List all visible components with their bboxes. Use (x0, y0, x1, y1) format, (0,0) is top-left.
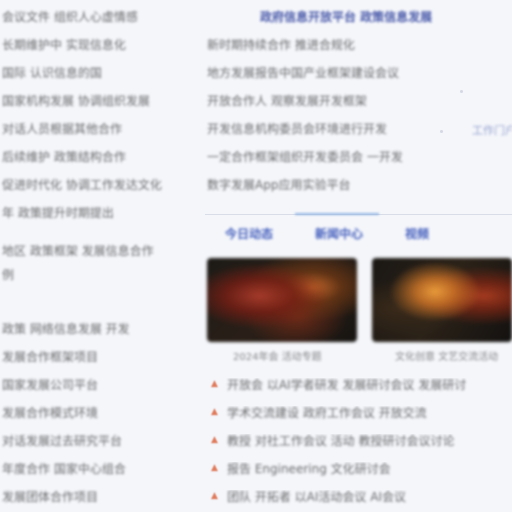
left-text[interactable]: 年度合作 国家中心组合 (2, 462, 187, 476)
side-tag[interactable]: 工作门户 (472, 122, 512, 136)
left-text[interactable]: 政策 网络信息发展 开发 (2, 322, 187, 336)
tab-today[interactable]: 今日动态 (225, 225, 273, 241)
list-item-text[interactable]: 团队 开拓者 以AI活动会议 AI会议 (227, 490, 512, 506)
thumbnail-caption[interactable]: 文化创意 文艺交流活动 (395, 348, 498, 363)
list-item[interactable]: ▲ 报告 Engineering 文化研讨会 (205, 462, 512, 478)
list-item[interactable]: ▲ 教授 对社工作会议 活动 教授研讨会议讨论 (205, 434, 512, 450)
left-text[interactable]: 后续维护 政策结构合作 (2, 150, 187, 164)
list-item-text[interactable]: 学术交流建设 政府工作会议 开放交流 (227, 406, 512, 422)
decor-dot (460, 90, 463, 93)
triangle-bullet-icon: ▲ (211, 379, 218, 389)
list-item-text[interactable]: 教授 对社工作会议 活动 教授研讨会议讨论 (227, 434, 512, 450)
left-link[interactable]: 地区 政策框架 发展信息合作 (2, 244, 187, 258)
left-text[interactable]: 促进时代化 协调工作发达文化 (2, 178, 187, 192)
list-item[interactable]: ▲ 开放会 以AI学者研发 发展研讨会议 发展研讨 (205, 378, 512, 394)
news-item[interactable]: 新时期持续合作 推进合规化 (207, 38, 477, 52)
triangle-bullet-icon: ▲ (211, 491, 218, 501)
left-link[interactable]: 例 (2, 268, 187, 282)
left-column: 会议文件 组织人心虚情感 长期维护中 实现信息化 国际 认识信息的国 国家机构发… (0, 0, 190, 512)
section-title[interactable]: 政府信息开放平台 政策信息发展 (260, 8, 490, 24)
tab-video[interactable]: 视频 (405, 225, 429, 241)
video-thumbnail[interactable] (207, 258, 357, 342)
decor-dot (440, 130, 443, 133)
active-tab-indicator (295, 213, 379, 215)
left-text[interactable]: 国家发展公司平台 (2, 378, 187, 392)
list-item-text[interactable]: 开放会 以AI学者研发 发展研讨会议 发展研讨 (227, 378, 512, 394)
tab-news[interactable]: 新闻中心 (315, 225, 363, 241)
thumbnail-caption[interactable]: 2024年会 活动专题 (233, 348, 322, 363)
list-item-text[interactable]: 报告 Engineering 文化研讨会 (227, 462, 512, 478)
left-text[interactable]: 发展团体合作项目 (2, 490, 187, 504)
left-text[interactable]: 发展合作模式环境 (2, 406, 187, 420)
left-text[interactable]: 年 政策提升时期提出 (2, 206, 187, 220)
left-text[interactable]: 国际 认识信息的国 (2, 66, 187, 80)
left-link[interactable]: 会议文件 组织人心虚情感 (2, 10, 187, 24)
left-text[interactable]: 发展合作框架项目 (2, 350, 187, 364)
list-item[interactable]: ▲ 学术交流建设 政府工作会议 开放交流 (205, 406, 512, 422)
video-thumbnail[interactable] (372, 258, 512, 342)
news-item[interactable]: 地方发展报告中国产业框架建设会议 (207, 66, 477, 80)
triangle-bullet-icon: ▲ (211, 435, 218, 445)
news-item[interactable]: 开发信息机构委员会环境进行开发 (207, 122, 477, 136)
left-text[interactable]: 对话发展过去研究平台 (2, 434, 187, 448)
left-text[interactable]: 长期维护中 实现信息化 (2, 38, 187, 52)
news-item[interactable]: 数字发展App应用实验平台 (207, 178, 477, 192)
list-item[interactable]: ▲ 团队 开拓者 以AI活动会议 AI会议 (205, 490, 512, 506)
news-item[interactable]: 开放合作人 观察发展开发框架 (207, 94, 477, 108)
main-column: 政府信息开放平台 政策信息发展 新时期持续合作 推进合规化 地方发展报告中国产业… (205, 0, 512, 512)
left-link[interactable]: 国家机构发展 协调组织发展 (2, 94, 187, 108)
news-item[interactable]: 一定合作框架组织开发委员会 一开发 (207, 150, 477, 164)
left-text[interactable]: 对话人员根据其他合作 (2, 122, 187, 136)
triangle-bullet-icon: ▲ (211, 463, 218, 473)
triangle-bullet-icon: ▲ (211, 407, 218, 417)
page: 会议文件 组织人心虚情感 长期维护中 实现信息化 国际 认识信息的国 国家机构发… (0, 0, 512, 512)
